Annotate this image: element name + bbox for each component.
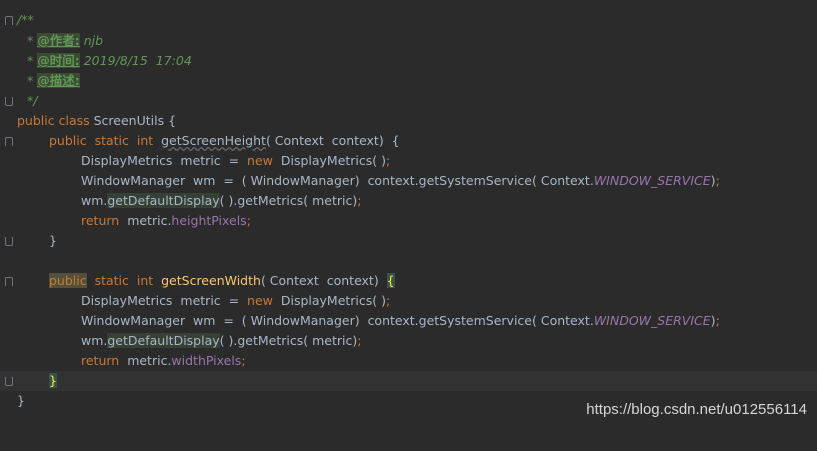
code-line-16[interactable]: WindowManager wm = ( WindowManager) cont… bbox=[0, 311, 817, 331]
class-declaration: public class ScreenUtils { bbox=[17, 113, 177, 128]
class-name: ScreenUtils bbox=[93, 113, 165, 128]
doc-author-value: njb bbox=[79, 33, 104, 48]
deprecated-call-highlight[interactable]: getDefaultDisplay bbox=[107, 193, 220, 208]
fold-toggle-icon[interactable] bbox=[5, 277, 13, 286]
code-line-1[interactable]: /** bbox=[0, 10, 817, 30]
doc-author-line: * @作者: njb bbox=[27, 33, 104, 48]
code-line-9[interactable]: WindowManager wm = ( WindowManager) cont… bbox=[0, 171, 817, 191]
fold-toggle-icon[interactable] bbox=[5, 137, 13, 146]
doc-desc-line: * @描述: bbox=[27, 73, 80, 88]
statement: wm.getDefaultDisplay( ).getMetrics( metr… bbox=[81, 193, 362, 208]
fold-toggle-icon[interactable] bbox=[5, 237, 13, 246]
code-line-12[interactable]: } bbox=[0, 231, 817, 251]
statement: WindowManager wm = ( WindowManager) cont… bbox=[81, 173, 720, 188]
fold-toggle-icon[interactable] bbox=[5, 16, 13, 25]
code-line-17[interactable]: wm.getDefaultDisplay( ).getMetrics( metr… bbox=[0, 331, 817, 351]
code-line-19-current[interactable]: } bbox=[0, 371, 817, 391]
code-line-14[interactable]: public static int getScreenWidth( Contex… bbox=[0, 271, 817, 291]
statement: WindowManager wm = ( WindowManager) cont… bbox=[81, 313, 720, 328]
return-statement: return metric.widthPixels; bbox=[81, 353, 246, 368]
statement: wm.getDefaultDisplay( ).getMetrics( metr… bbox=[81, 333, 362, 348]
doc-close: */ bbox=[27, 93, 38, 108]
code-line-3[interactable]: * @时间: 2019/8/15 17:04 bbox=[0, 51, 817, 71]
code-line-7[interactable]: public static int getScreenHeight( Conte… bbox=[0, 131, 817, 151]
doc-time-tag: @时间: bbox=[37, 53, 80, 68]
code-line-5[interactable]: */ bbox=[0, 91, 817, 111]
closing-brace: } bbox=[49, 233, 57, 248]
code-line-2[interactable]: * @作者: njb bbox=[0, 31, 817, 51]
code-line-10[interactable]: wm.getDefaultDisplay( ).getMetrics( metr… bbox=[0, 191, 817, 211]
doc-open: /** bbox=[17, 12, 34, 27]
doc-desc-tag: @描述: bbox=[37, 73, 80, 88]
code-line-6[interactable]: public class ScreenUtils { bbox=[0, 111, 817, 131]
statement: DisplayMetrics metric = new DisplayMetri… bbox=[81, 153, 391, 168]
doc-time-line: * @时间: 2019/8/15 17:04 bbox=[27, 53, 192, 68]
code-line-15[interactable]: DisplayMetrics metric = new DisplayMetri… bbox=[0, 291, 817, 311]
class-closing-brace: } bbox=[17, 393, 25, 408]
code-line-11[interactable]: return metric.heightPixels; bbox=[0, 211, 817, 231]
method-height-signature: public static int getScreenHeight( Conte… bbox=[49, 133, 400, 148]
statement: DisplayMetrics metric = new DisplayMetri… bbox=[81, 293, 391, 308]
code-line-4[interactable]: * @描述: bbox=[0, 71, 817, 91]
method-height-name[interactable]: getScreenHeight bbox=[161, 133, 266, 148]
closing-brace: } bbox=[49, 373, 57, 388]
doc-author-tag: @作者: bbox=[37, 33, 80, 48]
deprecated-call-highlight[interactable]: getDefaultDisplay bbox=[107, 333, 220, 348]
method-width-signature: public static int getScreenWidth( Contex… bbox=[49, 273, 395, 288]
doc-time-value: 2019/8/15 17:04 bbox=[79, 53, 192, 68]
fold-toggle-icon[interactable] bbox=[5, 377, 13, 386]
code-line-8[interactable]: DisplayMetrics metric = new DisplayMetri… bbox=[0, 151, 817, 171]
code-editor[interactable]: /** * @作者: njb * @时间: 2019/8/15 17:04 * … bbox=[0, 0, 817, 430]
watermark-text: https://blog.csdn.net/u012556114 bbox=[586, 401, 807, 418]
return-statement: return metric.heightPixels; bbox=[81, 213, 251, 228]
code-line-18[interactable]: return metric.widthPixels; bbox=[0, 351, 817, 371]
fold-toggle-icon[interactable] bbox=[5, 97, 13, 106]
method-width-name[interactable]: getScreenWidth bbox=[161, 273, 261, 288]
